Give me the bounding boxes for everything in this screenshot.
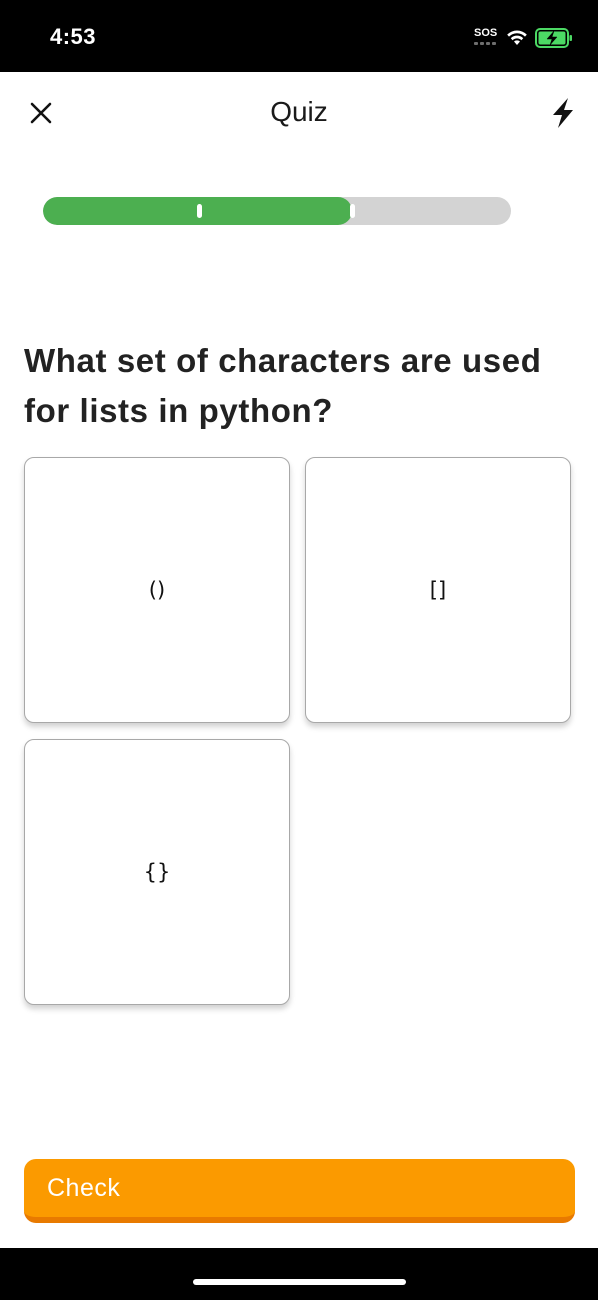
home-indicator[interactable] [193,1279,406,1285]
question-text: What set of characters are used for list… [24,342,542,429]
lightning-button[interactable] [548,96,578,130]
check-button[interactable]: Check [24,1159,575,1223]
check-button-label: Check [47,1174,121,1202]
progress-marker [197,204,202,218]
header: Quiz [0,72,598,156]
home-bar [0,1248,598,1300]
battery-charging-icon [535,28,572,48]
sos-indicator: SOS [474,27,498,39]
sos-dots [474,42,496,45]
answer-option-label: [] [429,578,447,602]
answer-option-braces[interactable]: {} [24,739,290,1005]
status-time: 4:53 [50,24,97,49]
progress-bar [43,197,511,225]
answer-option-brackets[interactable]: [] [305,457,571,723]
page-title: Quiz [270,96,328,127]
status-bar: 4:53 SOS [0,0,598,72]
lightning-bolt-icon [553,98,573,128]
progress-marker-current [350,204,355,218]
answer-option-parentheses[interactable]: () [24,457,290,723]
answer-option-label: {} [143,860,171,884]
answer-option-label: () [148,578,166,602]
wifi-icon [507,30,527,45]
